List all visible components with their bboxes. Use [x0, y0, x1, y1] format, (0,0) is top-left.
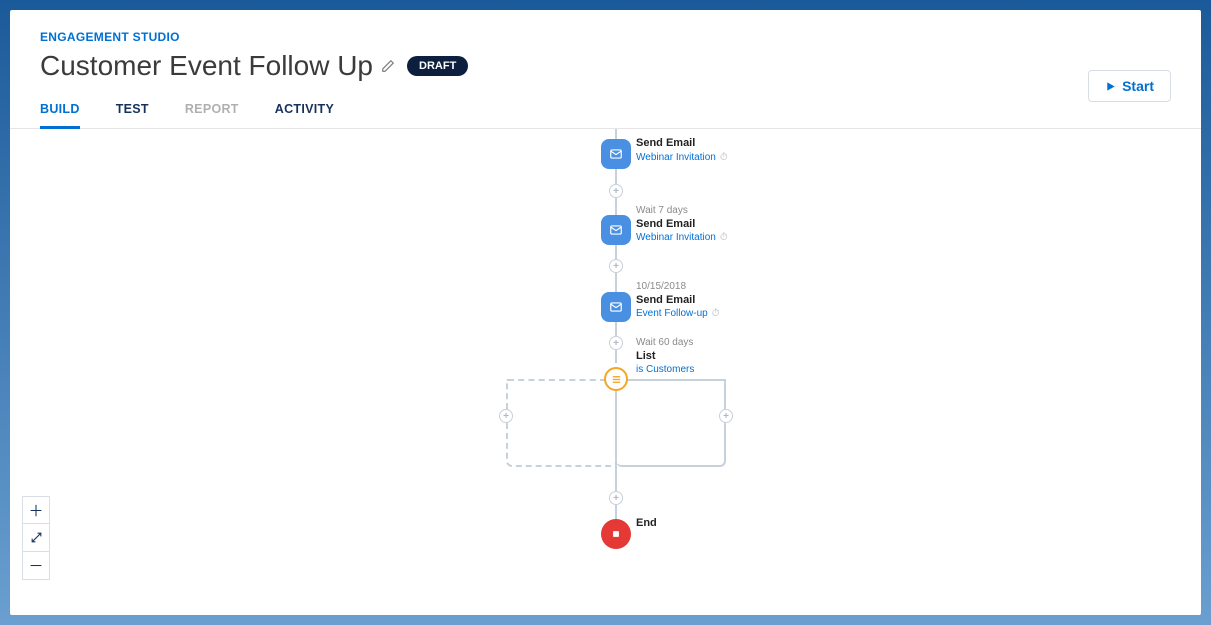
start-button[interactable]: Start: [1088, 70, 1171, 102]
node-title: Send Email: [636, 218, 728, 232]
minus-icon: －: [28, 555, 43, 576]
zoom-controls: ＋ －: [22, 496, 50, 580]
status-badge: DRAFT: [407, 56, 468, 76]
end-node-icon[interactable]: [603, 521, 629, 547]
tab-test[interactable]: TEST: [116, 102, 149, 128]
flow-node-end: End: [636, 517, 657, 531]
node-title: End: [636, 517, 657, 531]
zoom-in-button[interactable]: ＋: [22, 496, 50, 524]
add-step-button[interactable]: +: [609, 259, 623, 273]
tabs: BUILD TEST REPORT ACTIVITY: [10, 102, 1201, 129]
add-step-button[interactable]: +: [499, 409, 513, 423]
clock-icon: ⏱: [720, 232, 728, 243]
node-link[interactable]: is Customers: [636, 364, 694, 375]
tab-report[interactable]: REPORT: [185, 102, 239, 128]
flow-node[interactable]: Wait 60 days List is Customers: [636, 337, 694, 377]
add-step-button[interactable]: +: [609, 184, 623, 198]
node-meta: Wait 7 days: [636, 205, 728, 218]
edit-icon[interactable]: [381, 59, 395, 73]
add-step-button[interactable]: +: [609, 336, 623, 350]
connector-line: [615, 129, 617, 141]
node-link[interactable]: Webinar Invitation: [636, 152, 716, 163]
zoom-out-button[interactable]: －: [22, 552, 50, 580]
node-meta: Wait 60 days: [636, 337, 694, 350]
node-link[interactable]: Event Follow-up: [636, 308, 708, 319]
flow-node[interactable]: 10/15/2018 Send Email Event Follow-up ⏱: [636, 281, 720, 321]
clock-icon: ⏱: [712, 308, 720, 319]
tab-build[interactable]: BUILD: [40, 102, 80, 129]
branch-box-left: [506, 379, 616, 467]
plus-icon: ＋: [28, 500, 43, 521]
flow-node[interactable]: Wait 7 days Send Email Webinar Invitatio…: [636, 205, 728, 245]
expand-icon: [30, 531, 43, 544]
breadcrumb[interactable]: ENGAGEMENT STUDIO: [40, 30, 1171, 44]
send-email-node-icon[interactable]: [603, 141, 629, 167]
flow-canvas[interactable]: Send Email Webinar Invitation ⏱ + Wait 7 …: [10, 129, 1201, 592]
branch-box-right: [616, 379, 726, 467]
header: ENGAGEMENT STUDIO Customer Event Follow …: [10, 10, 1201, 82]
node-link[interactable]: Webinar Invitation: [636, 232, 716, 243]
node-title: Send Email: [636, 137, 728, 151]
start-button-label: Start: [1122, 78, 1154, 94]
send-email-node-icon[interactable]: [603, 217, 629, 243]
tab-activity[interactable]: ACTIVITY: [275, 102, 334, 128]
add-step-button[interactable]: +: [609, 491, 623, 505]
play-icon: [1105, 81, 1116, 92]
node-title: Send Email: [636, 294, 720, 308]
page-title: Customer Event Follow Up: [40, 50, 373, 82]
send-email-node-icon[interactable]: [603, 294, 629, 320]
title-row: Customer Event Follow Up DRAFT: [40, 50, 1171, 82]
clock-icon: ⏱: [720, 152, 728, 163]
add-step-button[interactable]: +: [719, 409, 733, 423]
node-meta: 10/15/2018: [636, 281, 720, 294]
node-title: List: [636, 350, 694, 364]
app-card: ENGAGEMENT STUDIO Customer Event Follow …: [10, 10, 1201, 615]
zoom-fit-button[interactable]: [22, 524, 50, 552]
flow-node[interactable]: Send Email Webinar Invitation ⏱: [636, 137, 728, 165]
